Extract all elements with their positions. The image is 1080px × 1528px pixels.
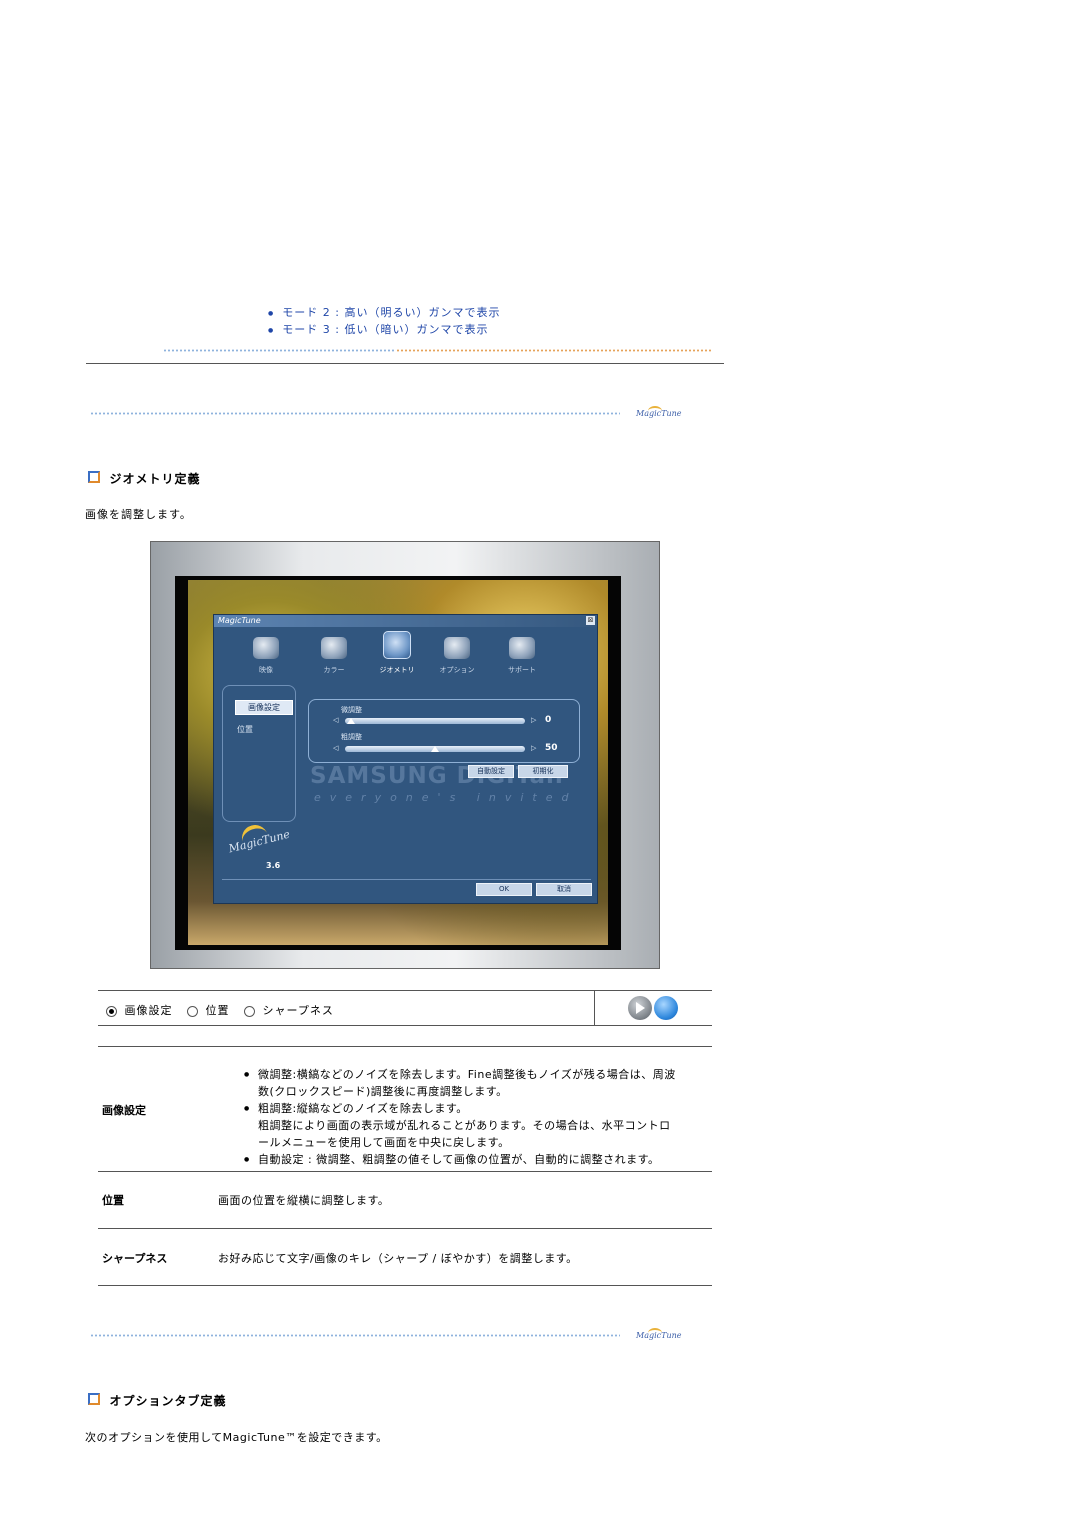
row-label-position: 位置 xyxy=(102,1194,124,1207)
gamma-mode-item: モード 3 : 低い（暗い）ガンマで表示 xyxy=(268,321,500,338)
side-item-position[interactable]: 位置 xyxy=(237,724,253,735)
section-bullet-icon xyxy=(88,471,100,483)
geometry-icon xyxy=(383,631,411,659)
list-item-continued: 粗調整により画面の表示域が乱れることがあります。その場合は、水平コントロ xyxy=(258,1119,671,1132)
radio-sharpness[interactable]: シャープネス xyxy=(244,1004,334,1017)
tab-picture[interactable]: 映像 xyxy=(236,637,296,675)
tab-label: カラー xyxy=(323,666,345,674)
radio-image-setting[interactable]: 画像設定 xyxy=(106,1004,177,1017)
coarse-value: 50 xyxy=(545,743,558,753)
footer-divider xyxy=(222,879,591,880)
dotted-divider xyxy=(163,349,396,352)
tab-strip-separator xyxy=(594,991,595,1025)
radio-icon xyxy=(244,1005,255,1017)
options-section-heading: オプションタブ定義 xyxy=(88,1392,227,1409)
section-divider xyxy=(86,363,724,364)
geometry-section-heading: ジオメトリ定義 xyxy=(88,470,201,487)
coarse-label: 粗調整 xyxy=(341,733,362,741)
radio-label: 位置 xyxy=(205,1004,230,1017)
dotted-divider xyxy=(90,1334,620,1337)
radio-selected-icon xyxy=(106,1005,117,1017)
auto-setting-button[interactable]: 自動設定 xyxy=(468,765,514,778)
gamma-mode-item: モード 2 : 高い（明るい）ガンマで表示 xyxy=(268,304,500,321)
radio-position[interactable]: 位置 xyxy=(187,1004,234,1017)
tab-support[interactable]: サポート xyxy=(492,637,552,675)
version-number: 3.6 xyxy=(266,861,281,870)
dotted-divider xyxy=(396,349,712,352)
row-label-image-setting: 画像設定 xyxy=(102,1104,146,1117)
left-arrow-icon[interactable]: ◁ xyxy=(333,744,338,752)
tab-options[interactable]: オプション xyxy=(427,637,487,675)
list-item: 自動設定 : 微調整、粗調整の値そして画像の位置が、自動的に調整されます。 xyxy=(244,1151,660,1168)
table-bottom-line xyxy=(98,1285,712,1286)
tab-label: ジオメトリ xyxy=(379,666,415,674)
dotted-divider xyxy=(90,412,620,415)
coarse-slider-thumb[interactable] xyxy=(431,746,439,752)
table-row-line xyxy=(98,1171,712,1172)
palette-icon xyxy=(321,637,347,659)
geometry-title: ジオメトリ定義 xyxy=(109,472,201,486)
tab-label: オプション xyxy=(439,666,475,674)
fine-label: 微調整 xyxy=(341,706,362,714)
position-description: 画面の位置を縦横に調整します。 xyxy=(218,1194,390,1207)
radio-label: シャープネス xyxy=(262,1004,334,1017)
tab-label: 映像 xyxy=(259,666,273,674)
radio-label: 画像設定 xyxy=(124,1004,173,1017)
magictune-window: MagicTune ⊠ 映像 カラー ジオメトリ オプション サポート 画像設定… xyxy=(213,614,598,904)
list-item-continued: 数(クロックスピード)調整後に再度調整します。 xyxy=(258,1085,508,1098)
tab-label: サポート xyxy=(508,666,536,674)
row-label-sharpness: シャープネス xyxy=(102,1252,168,1265)
magictune-titlebar: MagicTune ⊠ xyxy=(214,615,597,627)
options-title: オプションタブ定義 xyxy=(109,1394,227,1408)
radio-icon xyxy=(187,1005,198,1017)
window-title: MagicTune xyxy=(218,616,261,625)
fine-slider-thumb[interactable] xyxy=(347,718,355,724)
support-icon xyxy=(509,637,535,659)
ok-button[interactable]: OK xyxy=(476,883,532,896)
close-icon[interactable]: ⊠ xyxy=(586,616,595,625)
next-icon[interactable] xyxy=(654,996,678,1020)
right-arrow-icon[interactable]: ▷ xyxy=(531,744,536,752)
reset-button[interactable]: 初期化 xyxy=(518,765,568,778)
magictune-tabbar: 映像 カラー ジオメトリ オプション サポート xyxy=(222,631,592,683)
magictune-logo: MagicTune xyxy=(636,1328,682,1340)
radio-group: 画像設定 位置 シャープネス xyxy=(106,1002,334,1018)
list-item: 粗調整:縦縞などのノイズを除去します。 xyxy=(244,1100,468,1117)
list-item: 微調整:横縞などのノイズを除去します。Fine調整後もノイズが残る場合は、周波 xyxy=(244,1066,676,1083)
tab-color[interactable]: カラー xyxy=(304,637,364,675)
monitor-icon xyxy=(253,637,279,659)
fine-value: 0 xyxy=(545,715,552,725)
section-bullet-icon xyxy=(88,1393,100,1405)
gamma-mode-list: モード 2 : 高い（明るい）ガンマで表示 モード 3 : 低い（暗い）ガンマで… xyxy=(268,304,500,338)
fine-slider[interactable] xyxy=(345,718,525,724)
side-menu: 画像設定 位置 xyxy=(222,685,296,822)
geometry-intro: 画像を調整します。 xyxy=(85,508,192,521)
left-arrow-icon[interactable]: ◁ xyxy=(333,716,338,724)
sharpness-description: お好み応じて文字/画像のキレ（シャープ / ぼやかす）を調整します。 xyxy=(218,1252,578,1265)
tab-strip: 画像設定 位置 シャープネス xyxy=(98,990,712,1026)
adjust-panel: 微調整 ◁ ▷ 0 粗調整 ◁ ▷ 50 xyxy=(308,699,580,763)
play-icon[interactable] xyxy=(628,996,652,1020)
tab-geometry[interactable]: ジオメトリ xyxy=(367,631,427,675)
table-top-line xyxy=(98,1046,712,1047)
brand-tagline: everyone's invited xyxy=(314,791,578,804)
cancel-button[interactable]: 取消 xyxy=(536,883,592,896)
list-item-continued: ールメニューを使用して画面を中央に戻します。 xyxy=(258,1136,510,1149)
magictune-logo: MagicTune xyxy=(636,406,682,418)
options-intro: 次のオプションを使用してMagicTune™を設定できます。 xyxy=(85,1431,388,1444)
options-icon xyxy=(444,637,470,659)
table-row-line xyxy=(98,1228,712,1229)
right-arrow-icon[interactable]: ▷ xyxy=(531,716,536,724)
side-item-image-setting[interactable]: 画像設定 xyxy=(235,700,293,715)
